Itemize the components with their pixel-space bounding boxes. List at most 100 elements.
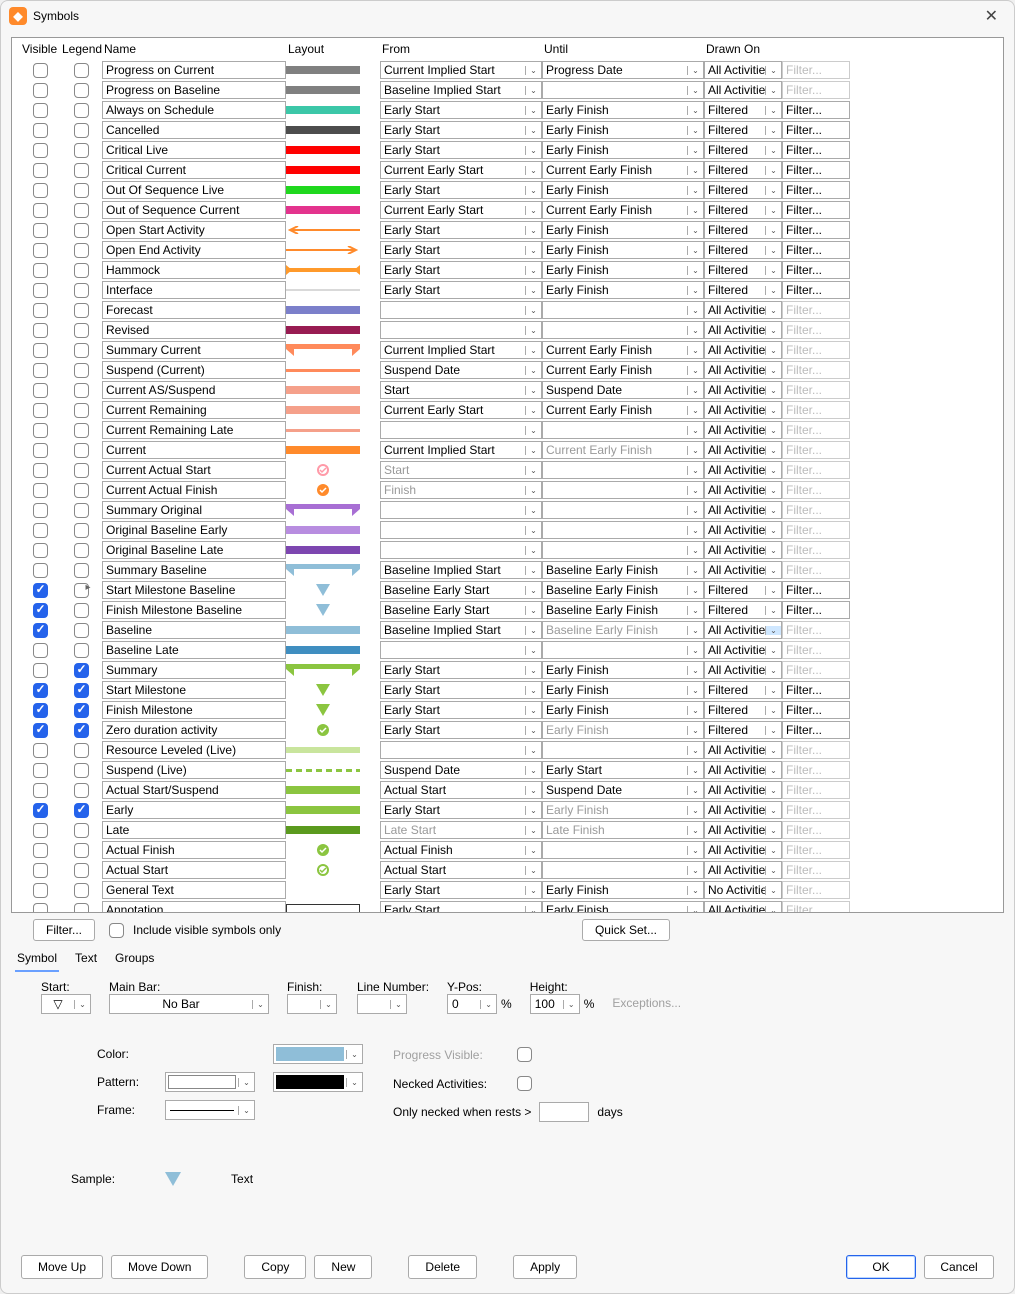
legend-cell[interactable] (60, 380, 102, 400)
filter-cell[interactable]: Filter... (782, 520, 850, 540)
drawnon-select[interactable]: All Activities⌄ (704, 841, 782, 859)
visible-cell[interactable] (20, 700, 60, 720)
visible-checkbox[interactable] (33, 203, 48, 218)
visible-cell[interactable] (20, 100, 60, 120)
name-input[interactable]: Current Actual Finish (102, 481, 286, 499)
until-select[interactable]: Early Finish⌄ (542, 901, 704, 913)
name-input[interactable]: Actual Start (102, 861, 286, 879)
visible-checkbox[interactable] (33, 323, 48, 338)
visible-cell[interactable] (20, 160, 60, 180)
visible-cell[interactable] (20, 120, 60, 140)
visible-cell[interactable] (20, 60, 60, 80)
name-cell[interactable]: Actual Start/Suspend (102, 780, 286, 800)
from-cell[interactable]: Finish⌄ (380, 480, 542, 500)
filter-cell[interactable]: Filter... (782, 280, 850, 300)
until-select[interactable]: ⌄ (542, 321, 704, 339)
drawnon-select[interactable]: All Activities⌄ (704, 561, 782, 579)
from-cell[interactable]: Suspend Date⌄ (380, 760, 542, 780)
drawnon-cell[interactable]: All Activities⌄ (704, 760, 782, 780)
visible-checkbox[interactable] (33, 163, 48, 178)
until-cell[interactable]: Early Finish⌄ (542, 680, 704, 700)
name-input[interactable]: Summary (102, 661, 286, 679)
row-filter-button[interactable]: Filter... (782, 881, 850, 899)
filter-cell[interactable]: Filter... (782, 760, 850, 780)
row-filter-button[interactable]: Filter... (782, 181, 850, 199)
drawnon-select[interactable]: All Activities⌄ (704, 541, 782, 559)
filter-cell[interactable]: Filter... (782, 500, 850, 520)
legend-checkbox[interactable] (74, 483, 89, 498)
visible-cell[interactable] (20, 600, 60, 620)
progress-visible-checkbox[interactable] (517, 1047, 532, 1062)
name-cell[interactable]: ▸Start Milestone Baseline (102, 580, 286, 600)
row-filter-button[interactable]: Filter... (782, 621, 850, 639)
row-filter-button[interactable]: Filter... (782, 381, 850, 399)
row-filter-button[interactable]: Filter... (782, 261, 850, 279)
until-cell[interactable]: Current Early Finish⌄ (542, 200, 704, 220)
drawnon-select[interactable]: Filtered⌄ (704, 141, 782, 159)
legend-checkbox[interactable] (74, 783, 89, 798)
until-select[interactable]: Current Early Finish⌄ (542, 161, 704, 179)
visible-cell[interactable] (20, 480, 60, 500)
until-select[interactable]: ⌄ (542, 481, 704, 499)
drawnon-select[interactable]: All Activities⌄ (704, 621, 782, 639)
name-cell[interactable]: Finish Milestone Baseline (102, 600, 286, 620)
name-cell[interactable]: Summary Baseline (102, 560, 286, 580)
row-filter-button[interactable]: Filter... (782, 601, 850, 619)
name-input[interactable]: Actual Start/Suspend (102, 781, 286, 799)
name-cell[interactable]: Start Milestone (102, 680, 286, 700)
until-select[interactable]: Early Finish⌄ (542, 881, 704, 899)
visible-cell[interactable] (20, 400, 60, 420)
until-cell[interactable]: Current Early Finish⌄ (542, 160, 704, 180)
drawnon-cell[interactable]: All Activities⌄ (704, 340, 782, 360)
from-cell[interactable]: Current Implied Start⌄ (380, 440, 542, 460)
row-filter-button[interactable]: Filter... (782, 801, 850, 819)
visible-checkbox[interactable] (33, 123, 48, 138)
name-cell[interactable]: Critical Live (102, 140, 286, 160)
until-cell[interactable]: Late Finish⌄ (542, 820, 704, 840)
visible-checkbox[interactable] (33, 523, 48, 538)
legend-cell[interactable] (60, 540, 102, 560)
from-cell[interactable]: Early Start⌄ (380, 100, 542, 120)
from-select[interactable]: Early Start⌄ (380, 721, 542, 739)
filter-cell[interactable]: Filter... (782, 220, 850, 240)
name-input[interactable]: Annotation (102, 901, 286, 913)
from-cell[interactable]: Early Start⌄ (380, 900, 542, 913)
from-cell[interactable]: Actual Start⌄ (380, 780, 542, 800)
legend-checkbox[interactable] (74, 863, 89, 878)
visible-cell[interactable] (20, 280, 60, 300)
until-cell[interactable]: Baseline Early Finish⌄ (542, 600, 704, 620)
legend-cell[interactable] (60, 80, 102, 100)
row-filter-button[interactable]: Filter... (782, 421, 850, 439)
from-cell[interactable]: Early Start⌄ (380, 660, 542, 680)
row-filter-button[interactable]: Filter... (782, 701, 850, 719)
name-cell[interactable]: Current Remaining Late (102, 420, 286, 440)
filter-cell[interactable]: Filter... (782, 380, 850, 400)
drawnon-cell[interactable]: Filtered⌄ (704, 120, 782, 140)
drawnon-cell[interactable]: Filtered⌄ (704, 580, 782, 600)
name-input[interactable]: Current Remaining (102, 401, 286, 419)
drawnon-select[interactable]: All Activities⌄ (704, 661, 782, 679)
legend-cell[interactable] (60, 520, 102, 540)
filter-cell[interactable]: Filter... (782, 660, 850, 680)
legend-cell[interactable] (60, 360, 102, 380)
drawnon-select[interactable]: Filtered⌄ (704, 201, 782, 219)
filter-cell[interactable]: Filter... (782, 240, 850, 260)
filter-cell[interactable]: Filter... (782, 340, 850, 360)
filter-cell[interactable]: Filter... (782, 160, 850, 180)
legend-checkbox[interactable] (74, 263, 89, 278)
from-select[interactable]: Current Implied Start⌄ (380, 441, 542, 459)
name-input[interactable]: Suspend (Live) (102, 761, 286, 779)
visible-cell[interactable] (20, 840, 60, 860)
from-select[interactable]: Early Start⌄ (380, 801, 542, 819)
drawnon-select[interactable]: All Activities⌄ (704, 901, 782, 913)
row-filter-button[interactable]: Filter... (782, 301, 850, 319)
name-cell[interactable]: Original Baseline Late (102, 540, 286, 560)
legend-cell[interactable] (60, 820, 102, 840)
visible-cell[interactable] (20, 300, 60, 320)
drawnon-select[interactable]: All Activities⌄ (704, 341, 782, 359)
until-select[interactable]: Progress Date⌄ (542, 61, 704, 79)
from-select[interactable]: Early Start⌄ (380, 141, 542, 159)
from-cell[interactable]: ⌄ (380, 540, 542, 560)
visible-cell[interactable] (20, 260, 60, 280)
name-cell[interactable]: Critical Current (102, 160, 286, 180)
